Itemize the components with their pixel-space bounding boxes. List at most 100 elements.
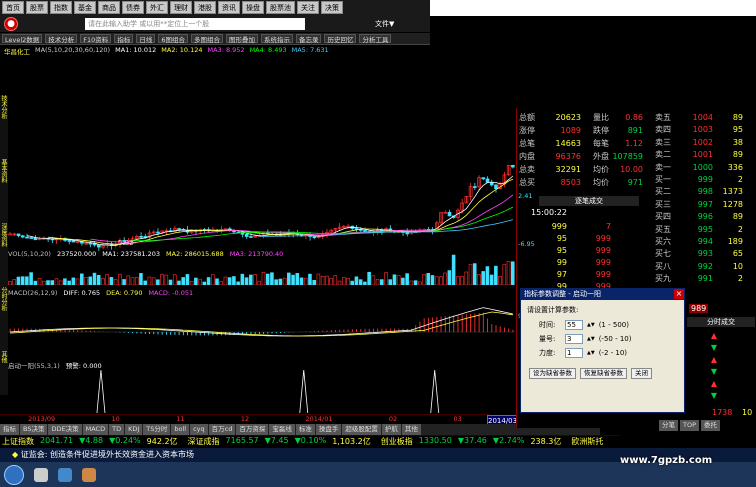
param-input[interactable]: 1 [565, 348, 583, 358]
indicator-tab-2[interactable]: DDE决策 [48, 424, 82, 435]
param-range: (-2 - 10) [598, 349, 628, 357]
side-tab-2[interactable]: 深度资料 [0, 223, 8, 247]
side-tab-4[interactable]: 其他 [0, 351, 8, 363]
toolbar-item-3[interactable]: 指标 [114, 34, 134, 44]
side-tab-1[interactable]: 基本资料 [0, 159, 8, 183]
macd-chart[interactable] [8, 292, 515, 357]
file-menu[interactable]: 文件▼ [375, 19, 394, 29]
low-price-mark: 5.92 [118, 239, 134, 247]
ticker-item[interactable]: 欧洲斯托 [571, 436, 603, 448]
toolbar-item-9[interactable]: 备忘录 [295, 34, 322, 44]
top-btn-0[interactable]: 首页 [2, 1, 24, 14]
restore-default-button[interactable]: 恢复缺省参数 [580, 368, 627, 379]
fenshi-tab-0[interactable]: 分笔 [659, 420, 678, 431]
indicator-tab-0[interactable]: 指标 [0, 424, 19, 435]
book-row[interactable]: 卖五 1004 89 [655, 112, 743, 124]
indicator-tab-9[interactable]: 百万cd [208, 424, 236, 435]
top-btn-7[interactable]: 理财 [170, 1, 192, 14]
toolbar-item-5[interactable]: 6图组合 [158, 34, 188, 44]
book-row[interactable]: 买七 993 65 [655, 248, 743, 260]
side-tab-0[interactable]: 技术分析 [0, 95, 8, 119]
top-btn-3[interactable]: 基金 [74, 1, 96, 14]
toolbar-item-2[interactable]: F10资料 [80, 34, 112, 44]
book-row[interactable]: 买二 998 1373 [655, 186, 743, 198]
ticker-item[interactable]: 上证指数 2041.71 ▼4.88 ▼0.24% 942.2亿 [2, 436, 178, 448]
indicator-tab-16[interactable]: 其他 [401, 424, 421, 435]
book-row[interactable]: 买八 992 10 [655, 261, 743, 273]
toolbar-item-1[interactable]: 技术分析 [45, 34, 78, 44]
browser-icon[interactable] [58, 467, 72, 482]
toolbar-item-4[interactable]: 日线 [136, 34, 156, 44]
top-btn-8[interactable]: 港股 [194, 1, 216, 14]
top-btn-6[interactable]: 外汇 [146, 1, 168, 14]
indicator-tab-7[interactable]: boll [171, 424, 190, 435]
stat-value2: 107859 [612, 152, 643, 161]
book-row[interactable]: 买一 999 2 [655, 174, 743, 186]
kline-chart[interactable] [8, 55, 515, 255]
book-price: 993 [697, 249, 713, 259]
book-row[interactable]: 卖一 1000 336 [655, 162, 743, 174]
top-btn-5[interactable]: 债券 [122, 1, 144, 14]
volume-chart[interactable] [8, 250, 515, 285]
top-btn-9[interactable]: 资讯 [218, 1, 240, 14]
book-row[interactable]: 卖四 1003 95 [655, 124, 743, 136]
top-btn-12[interactable]: 关注 [297, 1, 319, 14]
indicator-tab-11[interactable]: 宝磊线 [269, 424, 295, 435]
top-btn-13[interactable]: 决策 [321, 1, 343, 14]
volume-bar [456, 276, 460, 285]
book-row[interactable]: 买五 995 2 [655, 224, 743, 236]
close-icon[interactable]: × [674, 289, 684, 299]
set-default-button[interactable]: 设为缺省参数 [529, 368, 576, 379]
indicator-tab-14[interactable]: 超级股配置 [342, 424, 381, 435]
book-row[interactable]: 买六 994 189 [655, 236, 743, 248]
signal-chart[interactable] [8, 368, 515, 413]
indicator-tab-12[interactable]: 标准 [295, 424, 315, 435]
toolbar-item-8[interactable]: 系统指示 [260, 34, 293, 44]
fenshi-tab-2[interactable]: 委托 [701, 420, 721, 431]
book-row[interactable]: 卖三 1002 38 [655, 137, 743, 149]
volume-bar [240, 273, 245, 285]
app-icon[interactable] [82, 467, 96, 482]
param-input[interactable]: 55 [565, 320, 583, 330]
top-btn-4[interactable]: 商品 [98, 1, 120, 14]
toolbar-item-10[interactable]: 历史回忆 [324, 34, 357, 44]
param-input[interactable]: 3 [565, 334, 583, 344]
indicator-tab-8[interactable]: cyq [190, 424, 208, 435]
book-row[interactable]: 卖二 1001 89 [655, 149, 743, 161]
book-row[interactable]: 买三 997 1278 [655, 199, 743, 211]
dialog-buttons: 设为缺省参数 恢复缺省参数 关闭 [529, 368, 684, 379]
spinner-icon[interactable]: ▲▼ [587, 350, 595, 356]
ticker-item[interactable]: 深证成指 7165.57 ▼7.45 ▼0.10% 1,103.2亿 [188, 436, 371, 448]
indicator-tab-3[interactable]: MACD [82, 424, 109, 435]
top-btn-11[interactable]: 股票池 [266, 1, 295, 14]
indicator-tab-10[interactable]: 百万资探 [236, 424, 269, 435]
fenshi-tab-1[interactable]: TOP [680, 420, 700, 431]
toolbar-item-6[interactable]: 多图组合 [190, 34, 223, 44]
start-icon[interactable] [4, 464, 24, 485]
search-input[interactable]: 请在此输入助学 或以用**定位上一个股 [85, 18, 305, 30]
spinner-icon[interactable]: ▲▼ [587, 322, 595, 328]
spinner-icon[interactable]: ▲▼ [587, 336, 595, 342]
toolbar-item-7[interactable]: 图形叠加 [225, 34, 258, 44]
side-tab-3[interactable]: 分时分析 [0, 287, 8, 311]
toolbar-item-0[interactable]: Level2数据 [2, 34, 43, 44]
top-btn-1[interactable]: 股票 [26, 1, 48, 14]
volume-bar [185, 274, 190, 285]
indicator-tab-4[interactable]: TD [109, 424, 125, 435]
indicator-tab-15[interactable]: 护航 [381, 424, 401, 435]
indicator-tab-6[interactable]: TS分时 [143, 424, 171, 435]
dialog-close-button[interactable]: 关闭 [631, 368, 652, 379]
volume-bar [189, 281, 194, 285]
top-btn-10[interactable]: 操盘 [242, 1, 264, 14]
folder-icon[interactable] [34, 467, 48, 482]
indicator-tab-1[interactable]: BS决策 [20, 424, 48, 435]
stat-value2: 971 [627, 178, 643, 187]
ticker-item[interactable]: 创业板指 1330.50 ▼37.46 ▼2.74% 238.3亿 [381, 436, 562, 448]
indicator-tab-5[interactable]: KDJ [125, 424, 143, 435]
book-row[interactable]: 买九 991 2 [655, 273, 743, 285]
book-row[interactable]: 买四 996 89 [655, 211, 743, 223]
toolbar-item-11[interactable]: 分析工具 [359, 34, 392, 44]
volume-bar [477, 274, 481, 285]
indicator-tab-13[interactable]: 操盘手 [315, 424, 342, 435]
top-btn-2[interactable]: 指数 [50, 1, 72, 14]
